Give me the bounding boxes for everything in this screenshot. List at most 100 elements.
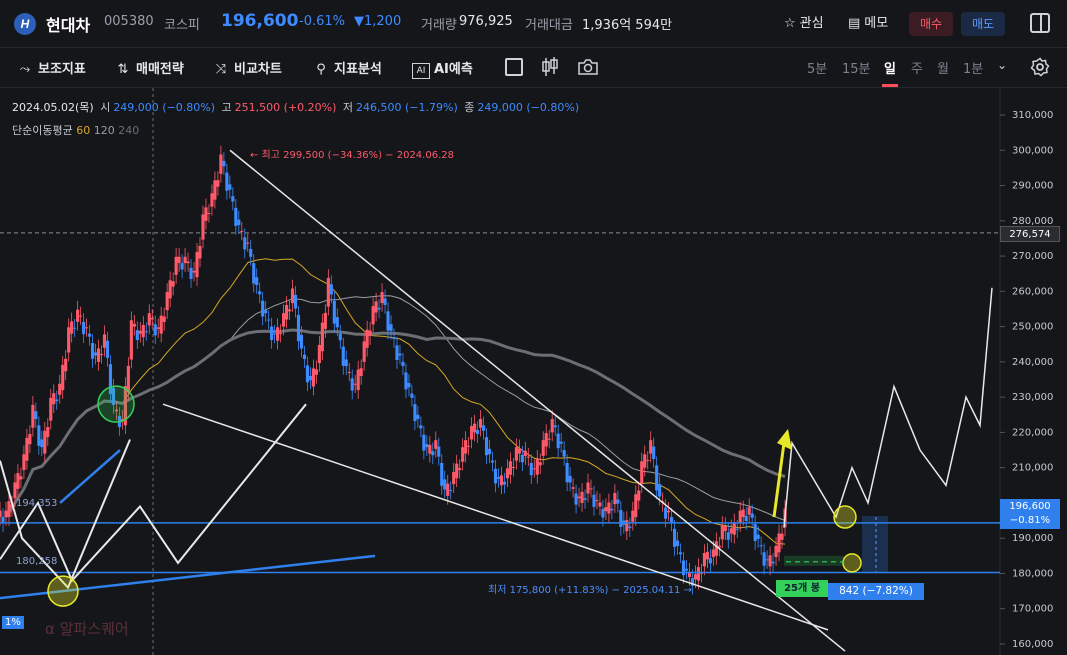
candle-body — [79, 315, 83, 317]
support-line-upper — [59, 449, 121, 504]
candle-body — [392, 337, 396, 340]
candle-body — [389, 324, 393, 331]
candle-body — [192, 270, 196, 273]
period-week[interactable]: 주 — [911, 58, 923, 77]
candle-body — [634, 494, 638, 518]
strategy-icon: ⇅ — [117, 62, 129, 77]
candle-body — [502, 481, 507, 485]
candle-body — [664, 507, 668, 519]
stock-header: H 현대차 005380 코스피 196,600 -0.61% ▼1,200 거… — [0, 0, 1067, 48]
price-chart[interactable]: 310,000300,000290,000280,000270,000260,0… — [0, 88, 1067, 655]
candle-body — [478, 418, 483, 428]
price-tick-label: 240,000 — [1012, 357, 1053, 368]
candle-body — [380, 292, 384, 304]
candle-body — [592, 494, 596, 507]
candle-body — [538, 462, 542, 466]
candle-body — [320, 322, 324, 352]
candle-body — [577, 496, 581, 499]
drawing-rect-icon[interactable] — [505, 58, 523, 76]
buy-button[interactable]: 매수 — [909, 12, 953, 36]
candle-body — [464, 440, 468, 454]
candle-body — [64, 358, 68, 372]
candle-body — [425, 444, 429, 448]
analysis-button[interactable]: ⚲ 지표분석 — [312, 58, 382, 77]
candle-body — [458, 468, 462, 471]
sell-button[interactable]: 매도 — [961, 12, 1005, 36]
compare-button[interactable]: ⤨ 비교차트 — [212, 58, 282, 77]
candle-body — [207, 213, 211, 215]
chevron-down-icon[interactable]: ⌄ — [997, 58, 1007, 72]
period-5min[interactable]: 5분 — [807, 58, 827, 77]
memo-button[interactable]: ▤ 메모 — [848, 12, 888, 36]
volume-label: 거래량 — [421, 18, 457, 33]
current-price: 196,600 — [221, 11, 299, 31]
memo-label: 메모 — [864, 16, 889, 31]
market-label: 코스피 — [164, 18, 200, 33]
candle-body — [562, 450, 566, 457]
side-panel-toggle-icon[interactable] — [1030, 13, 1050, 33]
ma-legend[interactable]: 단순이동평균 60 120 240 — [12, 122, 139, 138]
candle-body — [279, 332, 283, 334]
ai-predict-button[interactable]: AI AI예측 — [412, 58, 473, 79]
candle-body — [735, 528, 739, 530]
candle-type-icon[interactable] — [540, 56, 560, 78]
candle-body — [16, 473, 20, 489]
candle-body — [31, 404, 35, 428]
price-tick-label: 270,000 — [1012, 251, 1053, 262]
indicators-button[interactable]: ⤳ 보조지표 — [16, 58, 86, 77]
candle-body — [40, 439, 44, 448]
candle-body — [673, 528, 677, 547]
candle-body — [341, 346, 345, 366]
candle-body — [186, 261, 190, 264]
strategy-button[interactable]: ⇅ 매매전략 — [114, 58, 184, 77]
measure-result-box: 842 (−7.82%) — [828, 583, 924, 600]
period-1min[interactable]: 1분 — [963, 58, 983, 77]
favorite-label: 관심 — [799, 16, 824, 31]
candle-body — [467, 445, 471, 447]
candle-body — [732, 522, 736, 535]
candle-body — [305, 365, 310, 383]
reference-price-tag: 276,574 — [1000, 226, 1060, 242]
candle-body — [532, 468, 536, 470]
candle-body — [586, 482, 590, 494]
candle-body — [589, 488, 593, 490]
candle-body — [70, 321, 74, 334]
candle-body — [637, 490, 641, 501]
candle-body — [165, 292, 169, 311]
price-tick-label: 170,000 — [1012, 604, 1053, 615]
candle-body — [517, 448, 521, 454]
low-label: 저 — [342, 101, 354, 114]
favorite-button[interactable]: ☆ 관심 — [784, 12, 824, 36]
period-month[interactable]: 월 — [937, 58, 949, 77]
candle-body — [290, 288, 295, 304]
candle-body — [520, 454, 524, 463]
candle-body — [487, 448, 492, 455]
close-value: 249,000 (−0.80%) — [477, 101, 580, 114]
candle-body — [135, 330, 139, 341]
candle-body — [574, 493, 578, 505]
candle-body — [338, 333, 342, 341]
price-tick-label: 210,000 — [1012, 463, 1053, 474]
candle-body — [332, 300, 336, 324]
candle-body — [720, 524, 724, 540]
candle-body — [446, 483, 450, 496]
candle-body — [490, 460, 495, 463]
candle-body — [282, 313, 286, 327]
candle-body — [323, 312, 327, 329]
candle-body — [395, 345, 399, 360]
candle-body — [19, 476, 23, 480]
change-amount: ▼1,200 — [354, 14, 402, 29]
candle-body — [643, 454, 647, 468]
period-15min[interactable]: 15분 — [842, 58, 871, 77]
gear-icon[interactable] — [1030, 57, 1050, 77]
candle-body — [138, 330, 142, 334]
candle-body — [649, 440, 653, 454]
candle-body — [526, 456, 530, 458]
period-day[interactable]: 일 — [884, 58, 896, 77]
candle-body — [780, 533, 784, 540]
candle-body — [461, 447, 465, 462]
low-value: 246,500 (−1.79%) — [356, 101, 458, 114]
current-price-tag: 196,600 −0.81% — [1000, 499, 1060, 529]
candle-body — [22, 454, 26, 471]
camera-icon[interactable] — [577, 56, 599, 78]
